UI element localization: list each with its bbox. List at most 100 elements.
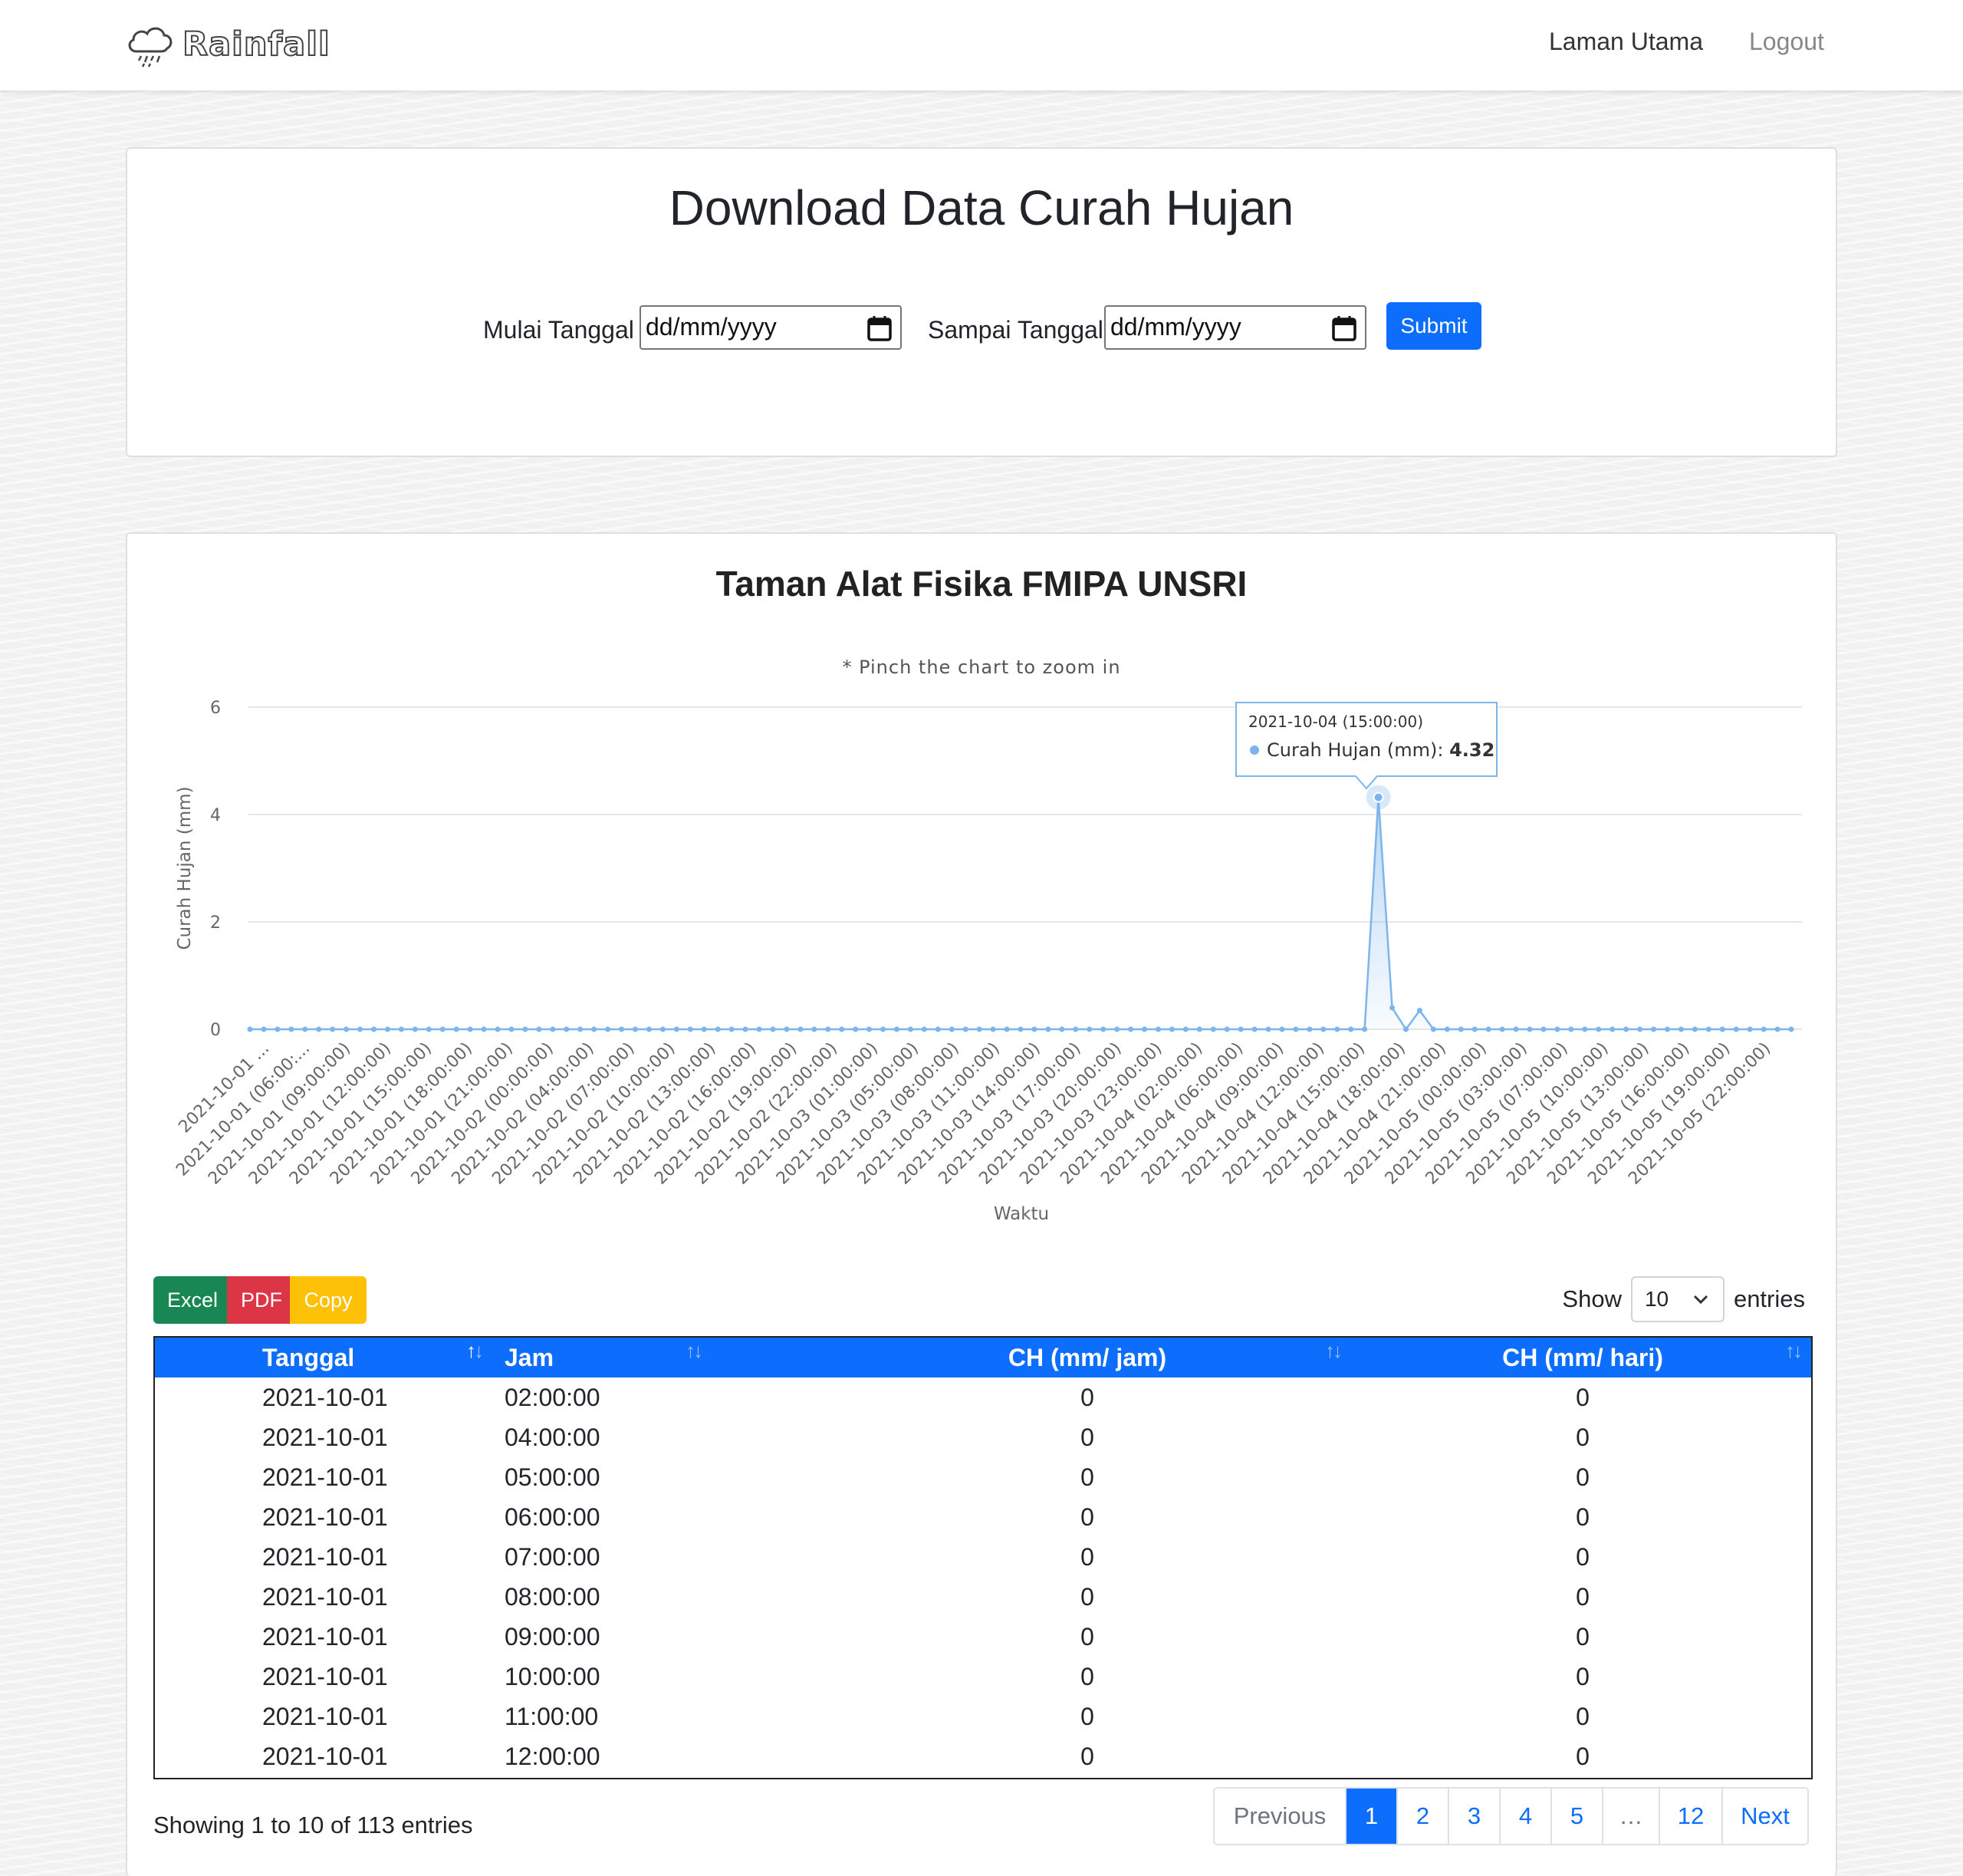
brand[interactable]: Rainfall xyxy=(124,20,330,69)
data-point xyxy=(962,1026,968,1032)
tooltip-label: Curah Hujan (mm): 4.32 xyxy=(1267,739,1494,761)
chart-title: Taman Alat Fisika FMIPA UNSRI xyxy=(715,564,1248,604)
pagination-previous[interactable]: Previous xyxy=(1215,1789,1345,1844)
cell-ch-hari: 0 xyxy=(1576,1463,1590,1491)
cell-tanggal: 2021-10-01 xyxy=(262,1582,388,1611)
cell-ch-hari: 0 xyxy=(1576,1662,1590,1690)
cell-tanggal: 2021-10-01 xyxy=(262,1702,388,1730)
cell-jam: 06:00:00 xyxy=(505,1502,600,1531)
export-pdf-button[interactable]: PDF xyxy=(227,1276,290,1324)
page-length-select[interactable]: 10 xyxy=(1630,1276,1725,1322)
submit-button[interactable]: Submit xyxy=(1386,302,1481,350)
column-header-label: Jam xyxy=(505,1343,554,1371)
nav-laman-utama-link[interactable]: Laman Utama xyxy=(1549,28,1703,56)
data-point xyxy=(1114,1026,1120,1032)
data-point xyxy=(907,1026,913,1032)
data-point xyxy=(770,1026,776,1032)
data-point xyxy=(1513,1026,1519,1032)
data-point xyxy=(880,1026,886,1032)
nav-logout-link[interactable]: Logout xyxy=(1749,28,1824,56)
column-header-label: CH (mm/ hari) xyxy=(1502,1343,1663,1371)
data-point xyxy=(439,1026,446,1032)
data-point xyxy=(673,1026,679,1032)
pagination-page-5[interactable]: 5 xyxy=(1550,1789,1602,1844)
export-excel-button[interactable]: Excel xyxy=(153,1276,227,1324)
pagination-page-12[interactable]: 12 xyxy=(1659,1789,1721,1844)
data-point xyxy=(784,1026,790,1032)
data-point xyxy=(398,1026,404,1032)
data-point xyxy=(1568,1026,1574,1032)
data-point xyxy=(866,1026,873,1032)
data-point xyxy=(756,1026,762,1032)
calendar-icon[interactable] xyxy=(1331,314,1357,342)
hover-point xyxy=(1373,792,1384,803)
tooltip-marker xyxy=(1250,745,1259,755)
data-point xyxy=(591,1026,597,1032)
date-range-form: Mulai Tanggal dd/mm/yyyy Sampai Tanggal … xyxy=(127,302,1836,354)
cell-ch-hari: 0 xyxy=(1576,1702,1590,1730)
data-point xyxy=(1128,1026,1134,1032)
data-point xyxy=(1719,1026,1725,1032)
sort-icon: ↑↓ xyxy=(686,1339,703,1362)
pagination-page-4[interactable]: 4 xyxy=(1499,1789,1550,1844)
start-date-input[interactable]: dd/mm/yyyy xyxy=(640,305,902,350)
y-tick-label: 0 xyxy=(210,1021,221,1040)
data-point xyxy=(1705,1026,1711,1032)
y-tick-label: 4 xyxy=(210,806,221,825)
column-header-tanggal[interactable]: Tanggal ↑↓ xyxy=(155,1338,505,1377)
cell-ch-jam: 0 xyxy=(1080,1702,1094,1730)
export-copy-button[interactable]: Copy xyxy=(290,1276,367,1324)
cell-ch-hari: 0 xyxy=(1576,1742,1590,1770)
data-point xyxy=(302,1026,308,1032)
cell-jam: 09:00:00 xyxy=(505,1622,600,1651)
column-header-jam[interactable]: Jam ↑↓ xyxy=(505,1338,820,1377)
entries-label: entries xyxy=(1733,1285,1805,1312)
data-point xyxy=(893,1026,899,1032)
data-point xyxy=(1403,1026,1409,1032)
data-point xyxy=(976,1026,982,1032)
cell-jam: 04:00:00 xyxy=(505,1423,600,1451)
download-card: Download Data Curah Hujan Mulai Tanggal … xyxy=(126,147,1837,457)
data-point xyxy=(453,1026,459,1032)
cell-jam: 07:00:00 xyxy=(505,1542,600,1571)
data-point xyxy=(1733,1026,1739,1032)
data-point xyxy=(1651,1026,1657,1032)
show-entries: Show 10 entries xyxy=(1562,1275,1805,1324)
pagination-next[interactable]: Next xyxy=(1721,1789,1807,1844)
data-point xyxy=(1774,1026,1781,1032)
data-point xyxy=(1499,1026,1505,1032)
data-point xyxy=(1142,1026,1148,1032)
data-point xyxy=(261,1026,267,1032)
column-header-ch-jam[interactable]: CH (mm/ jam) ↑↓ xyxy=(820,1338,1354,1377)
pagination-page-2[interactable]: 2 xyxy=(1396,1789,1448,1844)
data-table: Tanggal ↑↓ Jam ↑↓ CH (mm/ jam) ↑↓ CH (mm… xyxy=(153,1336,1813,1779)
data-point xyxy=(1348,1026,1354,1032)
pagination-page-3[interactable]: 3 xyxy=(1448,1789,1499,1844)
data-point xyxy=(1320,1026,1327,1032)
data-point xyxy=(1416,1008,1422,1013)
y-axis-label: Curah Hujan (mm) xyxy=(175,786,195,950)
column-header-label: CH (mm/ jam) xyxy=(1008,1343,1167,1371)
data-point xyxy=(247,1026,253,1032)
data-point xyxy=(1251,1026,1258,1032)
column-header-ch-hari[interactable]: CH (mm/ hari) ↑↓ xyxy=(1354,1338,1811,1377)
table-row: 2021-10-01 07:00:00 0 0 xyxy=(155,1537,1811,1577)
table-row: 2021-10-01 11:00:00 0 0 xyxy=(155,1697,1811,1736)
table-row: 2021-10-01 05:00:00 0 0 xyxy=(155,1457,1811,1497)
end-date-label: Sampai Tanggal xyxy=(928,316,1103,344)
data-point xyxy=(275,1026,281,1032)
data-point xyxy=(605,1026,611,1032)
calendar-icon[interactable] xyxy=(866,314,893,342)
pagination-page-1[interactable]: 1 xyxy=(1345,1789,1396,1844)
data-point xyxy=(426,1026,432,1032)
data-point xyxy=(1334,1026,1340,1032)
table-row: 2021-10-01 09:00:00 0 0 xyxy=(155,1617,1811,1657)
cell-jam: 12:00:00 xyxy=(505,1742,600,1770)
end-date-input[interactable]: dd/mm/yyyy xyxy=(1104,305,1366,350)
data-point xyxy=(1389,1005,1396,1011)
data-point xyxy=(921,1026,927,1032)
rainfall-chart[interactable]: 0246Curah Hujan (mm)2021-10-01 ...2021-1… xyxy=(127,534,1839,1255)
y-tick-label: 6 xyxy=(210,699,221,718)
data-point xyxy=(687,1026,693,1032)
data-point xyxy=(1045,1026,1051,1032)
